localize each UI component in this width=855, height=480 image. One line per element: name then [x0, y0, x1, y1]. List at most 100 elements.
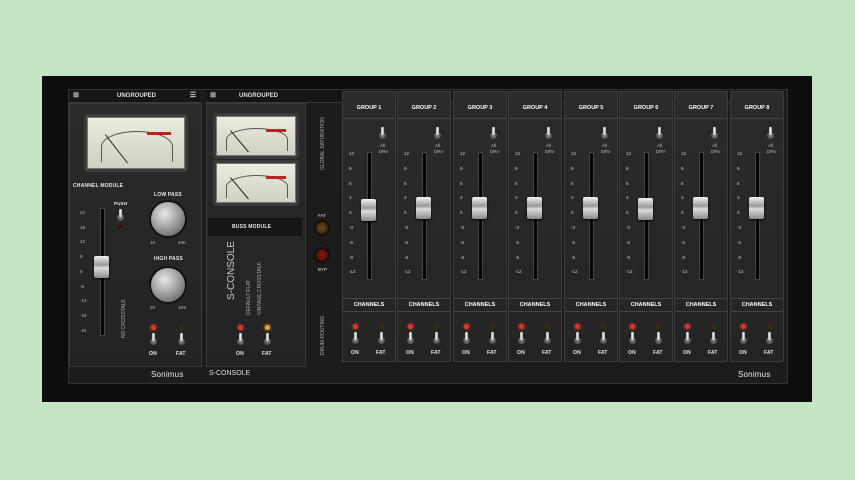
group-fat-toggle[interactable] [378, 332, 385, 344]
all-drive-toggle[interactable] [601, 127, 608, 139]
channels-button[interactable]: CHANNELS [398, 302, 450, 308]
group-divider [343, 298, 395, 299]
group-fat-led [490, 324, 495, 329]
group-scale-tick: -6 [681, 239, 686, 245]
drv-label: DRV [379, 149, 389, 154]
group-on-led [685, 324, 690, 329]
group-fader[interactable] [638, 198, 653, 220]
all-drive-toggle[interactable] [490, 127, 497, 139]
group-fat-toggle[interactable] [655, 332, 662, 344]
group-on-toggle[interactable] [740, 332, 747, 344]
group-scale-tick: 6 [626, 180, 629, 186]
group-on-toggle[interactable] [684, 332, 691, 344]
high-pass-knob[interactable] [151, 268, 185, 302]
group-fat-toggle[interactable] [489, 332, 496, 344]
group-fader[interactable] [416, 197, 431, 219]
group-on-led [519, 324, 524, 329]
all-label: All [768, 143, 774, 148]
group-fader[interactable] [693, 197, 708, 219]
group-divider [565, 298, 617, 299]
group-on-toggle[interactable] [518, 332, 525, 344]
group-scale-tick: 0 [681, 210, 684, 216]
buss-fat-toggle[interactable] [264, 333, 271, 345]
push-label: PUSH [114, 201, 128, 206]
buss-on-toggle[interactable] [237, 333, 244, 345]
channels-button[interactable]: CHANNELS [509, 302, 561, 308]
group-scale-tick: -6 [404, 239, 409, 245]
group-scale-tick: 3 [404, 195, 407, 201]
all-drive-toggle[interactable] [379, 127, 386, 139]
group-on-label: ON [739, 350, 747, 356]
group-fat-label: FAT [598, 350, 608, 356]
buss-footer-logo: S-CONSOLE [209, 370, 251, 377]
group-scale-tick: 0 [737, 210, 740, 216]
fat-label: FAT [176, 351, 186, 357]
group-fader[interactable] [749, 197, 764, 219]
group-on-toggle[interactable] [463, 332, 470, 344]
group-scale-tick: 6 [460, 180, 463, 186]
group-scale-tick: -9 [460, 254, 465, 260]
all-drive-toggle[interactable] [767, 127, 774, 139]
group-on-label: ON [573, 350, 581, 356]
all-label: All [712, 143, 718, 148]
all-drive-toggle[interactable] [545, 127, 552, 139]
group-divider [675, 298, 727, 299]
default-flat-option[interactable]: DEFAULT FLAT [246, 280, 252, 315]
group-on-toggle[interactable] [574, 332, 581, 344]
group-scale-tick: -6 [460, 239, 465, 245]
global-fat-button[interactable] [316, 222, 328, 234]
channels-button[interactable]: CHANNELS [343, 302, 395, 308]
fat-led [179, 325, 184, 330]
channels-button[interactable]: CHANNELS [565, 302, 617, 308]
scale-tick: -6 [80, 283, 85, 289]
channels-button[interactable]: CHANNELS [454, 302, 506, 308]
channels-button[interactable]: CHANNELS [731, 302, 783, 308]
all-drive-toggle[interactable] [656, 127, 663, 139]
group-fat-toggle[interactable] [600, 332, 607, 344]
all-label: All [602, 143, 608, 148]
group-fader[interactable] [583, 197, 598, 219]
all-drive-toggle[interactable] [711, 127, 718, 139]
buss-settings-icon[interactable]: ⊞ [209, 92, 217, 100]
channel-fader[interactable] [94, 256, 109, 278]
push-toggle[interactable] [117, 209, 124, 221]
channels-button[interactable]: CHANNELS [620, 302, 672, 308]
group-name: GROUP 4 [522, 105, 548, 111]
channels-button[interactable]: CHANNELS [675, 302, 727, 308]
all-label: All [435, 143, 441, 148]
fat-toggle[interactable] [178, 333, 185, 345]
group-scale-tick: -3 [681, 225, 686, 230]
group-scale-tick: 6 [515, 180, 518, 186]
group-scale-tick: -6 [626, 239, 631, 245]
group-scale-tick: 9 [681, 165, 684, 171]
all-drive-toggle[interactable] [434, 127, 441, 139]
global-bypass-button[interactable] [316, 249, 328, 261]
group-fader[interactable] [527, 197, 542, 219]
group-divider [731, 311, 783, 312]
group-scale-tick: -9 [571, 254, 576, 260]
group-on-toggle[interactable] [352, 332, 359, 344]
vintage-crosstalk-option[interactable]: VINTAGE CROSSTALK [257, 262, 263, 315]
group-on-led [741, 324, 746, 329]
on-toggle[interactable] [150, 333, 157, 345]
low-pass-knob[interactable] [151, 202, 185, 236]
lp-min: 1K [150, 240, 156, 245]
routing-label: DRUM ROUTING [320, 315, 326, 355]
group-fat-toggle[interactable] [766, 332, 773, 344]
group-fat-toggle[interactable] [433, 332, 440, 344]
group-fat-toggle[interactable] [710, 332, 717, 344]
group-fader[interactable] [361, 199, 376, 221]
channel-group-title: UNGROUPED [117, 93, 157, 99]
drv-label: DRV [434, 149, 444, 154]
group-fat-label: FAT [708, 350, 718, 356]
group-on-toggle[interactable] [407, 332, 414, 344]
menu-icon[interactable]: ☰ [189, 92, 197, 100]
group-on-toggle[interactable] [629, 332, 636, 344]
group-fader[interactable] [472, 197, 487, 219]
settings-icon[interactable]: ⊞ [72, 92, 80, 100]
vu-red-zone [147, 132, 171, 135]
crosstalk-label: NO CROSSTALK [121, 299, 127, 338]
group-fat-toggle[interactable] [544, 332, 551, 344]
group-strip: GROUP 7 All DRV CHANNELS ON FAT 12 9 6 3 0 -3… [674, 91, 728, 362]
scale-tick: -18 [80, 312, 87, 318]
